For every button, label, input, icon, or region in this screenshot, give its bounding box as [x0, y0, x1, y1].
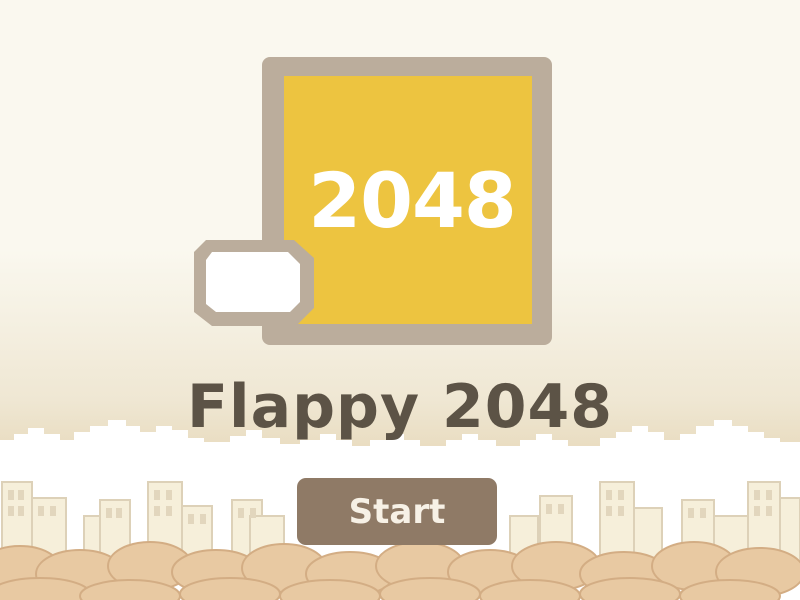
white-tile-bird-icon [194, 240, 314, 326]
start-button[interactable]: Start [297, 478, 497, 545]
bushes [0, 541, 800, 600]
logo-tile-number: 2048 [308, 155, 517, 245]
game-title: Flappy 2048 [187, 372, 613, 442]
game-scene: 2048 Flappy 2048 Start [0, 0, 800, 600]
